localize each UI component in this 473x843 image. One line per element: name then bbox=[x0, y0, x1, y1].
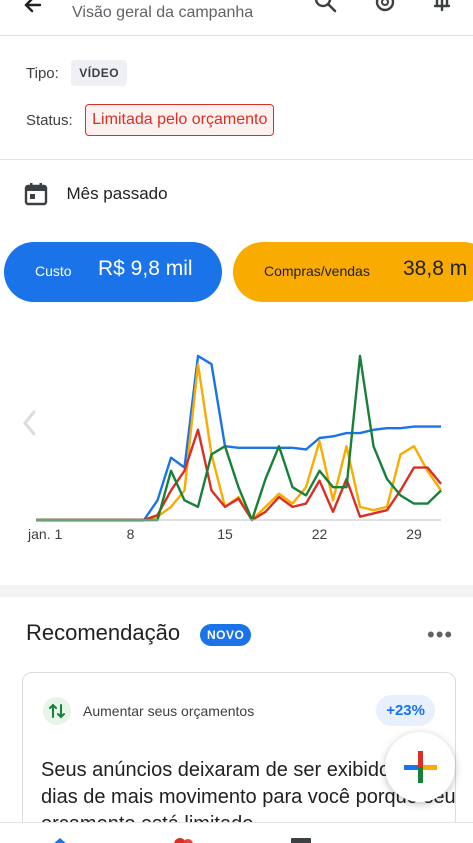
metric-cost-value: R$ 9,8 mil bbox=[98, 257, 193, 280]
back-arrow-icon[interactable] bbox=[18, 0, 48, 20]
page-title: Visão geral da campanha bbox=[72, 4, 254, 21]
type-chip: VÍDEO bbox=[71, 60, 128, 86]
search-icon[interactable] bbox=[312, 0, 340, 16]
bottom-nav bbox=[0, 822, 473, 843]
metric-conversions-pill[interactable]: Compras/vendas 38,8 m bbox=[233, 242, 473, 302]
app-bar: Visão geral da campanha bbox=[0, 0, 473, 36]
home-icon[interactable] bbox=[48, 835, 72, 843]
notifications-icon[interactable] bbox=[428, 0, 456, 16]
x-tick-label: 22 bbox=[312, 526, 328, 542]
metric-cost-label: Custo bbox=[35, 263, 72, 279]
divider bbox=[0, 159, 473, 160]
series-line-1 bbox=[36, 354, 441, 522]
add-fab-button[interactable] bbox=[385, 732, 455, 802]
status-label: Status: bbox=[26, 111, 73, 129]
series-line-3 bbox=[36, 428, 442, 522]
x-tick-label: jan. 1 bbox=[27, 526, 62, 542]
performance-line-chart: jan. 1 8 15 22 29 bbox=[27, 354, 442, 542]
series-line-4 bbox=[36, 354, 442, 522]
budget-arrows-icon bbox=[43, 697, 71, 725]
recommendations-title: Recomendação bbox=[26, 620, 181, 645]
insights-icon[interactable] bbox=[289, 836, 313, 843]
series-line-2 bbox=[36, 363, 442, 522]
date-range-label: Mês passado bbox=[66, 184, 168, 203]
date-range-selector[interactable]: Mês passado bbox=[24, 182, 168, 210]
plus-icon bbox=[404, 751, 437, 783]
calendar-icon bbox=[24, 183, 48, 206]
x-tick-label: 29 bbox=[406, 526, 422, 542]
recommendation-label: Aumentar seus orçamentos bbox=[83, 703, 255, 719]
status-row: Status: Limitada pelo orçamento bbox=[26, 104, 275, 136]
metric-conversions-value: 38,8 m bbox=[403, 257, 468, 280]
new-badge: NOVO bbox=[200, 624, 252, 646]
metric-conversions-label: Compras/vendas bbox=[264, 263, 370, 279]
x-tick-label: 8 bbox=[127, 526, 135, 542]
uplift-badge: +23% bbox=[376, 695, 435, 726]
section-separator bbox=[0, 585, 473, 597]
metric-cost-pill[interactable]: Custo R$ 9,8 mil bbox=[4, 242, 222, 302]
more-options-icon[interactable]: ••• bbox=[427, 622, 453, 648]
type-row: Tipo: VÍDEO bbox=[26, 60, 128, 86]
settings-icon[interactable] bbox=[371, 0, 399, 16]
x-tick-label: 15 bbox=[217, 526, 233, 542]
type-label: Tipo: bbox=[26, 64, 59, 82]
campaigns-icon[interactable] bbox=[170, 834, 194, 843]
status-badge[interactable]: Limitada pelo orçamento bbox=[85, 104, 275, 136]
